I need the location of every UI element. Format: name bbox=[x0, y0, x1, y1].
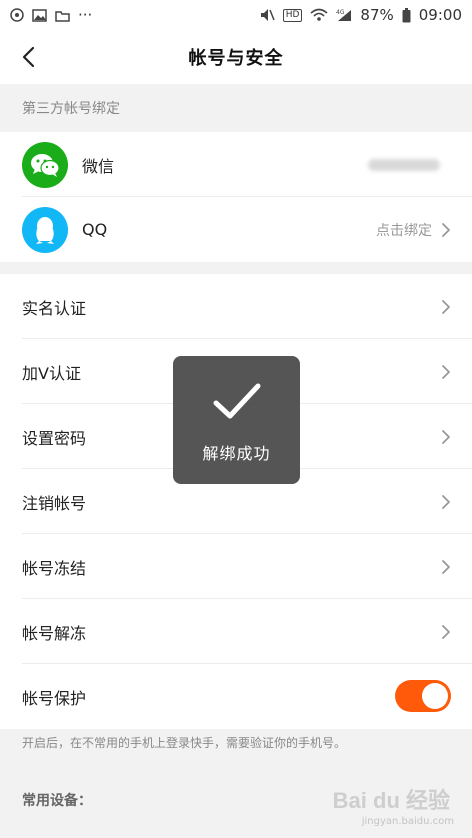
wechat-status bbox=[368, 132, 452, 197]
toast-message: 解绑成功 bbox=[202, 444, 271, 463]
wechat-icon bbox=[22, 141, 68, 188]
menu-item-label: 设置密码 bbox=[22, 428, 87, 448]
menu-item-freeze-account[interactable]: 帐号冻结 bbox=[0, 534, 472, 599]
page-title: 帐号与安全 bbox=[188, 48, 284, 69]
chevron-right-icon bbox=[442, 222, 450, 237]
wechat-label: 微信 bbox=[82, 156, 115, 176]
battery-percent: 87% bbox=[360, 6, 394, 24]
row-right bbox=[440, 599, 452, 664]
account-protection-toggle[interactable] bbox=[395, 680, 451, 712]
row-right bbox=[440, 404, 452, 469]
status-bar-left: ··· bbox=[10, 6, 92, 24]
success-toast: 解绑成功 bbox=[173, 356, 300, 484]
wechat-row[interactable]: 微信 bbox=[0, 132, 472, 197]
status-bar: ··· HD 4G 87% 09:00 bbox=[0, 0, 472, 30]
chevron-right-icon bbox=[442, 494, 450, 509]
menu-item-label: 注销帐号 bbox=[22, 493, 87, 513]
battery-icon bbox=[402, 7, 411, 23]
baidu-watermark-logo: Bai du 经验 bbox=[332, 788, 450, 813]
network-type-text: 4G bbox=[336, 9, 345, 16]
menu-item-label: 加V认证 bbox=[22, 363, 81, 383]
clock-time: 09:00 bbox=[418, 6, 462, 24]
chevron-right-icon bbox=[442, 429, 450, 444]
signal-icon: 4G bbox=[336, 8, 352, 22]
menu-item-label: 帐号冻结 bbox=[22, 558, 87, 578]
wifi-icon bbox=[310, 8, 328, 22]
checkmark-icon bbox=[213, 383, 260, 419]
mute-vibrate-icon bbox=[259, 8, 275, 22]
vpn-icon bbox=[10, 8, 24, 22]
qq-label: QQ bbox=[82, 220, 108, 239]
row-right bbox=[440, 534, 452, 599]
third-party-section-title: 第三方帐号绑定 bbox=[22, 101, 120, 117]
menu-item-unfreeze-account[interactable]: 帐号解冻 bbox=[0, 599, 472, 664]
back-button[interactable] bbox=[10, 39, 46, 75]
row-right bbox=[440, 274, 452, 339]
chevron-right-icon bbox=[442, 364, 450, 379]
navigation-bar: 帐号与安全 bbox=[0, 30, 472, 84]
menu-item-real-name[interactable]: 实名认证 bbox=[0, 274, 472, 339]
chevron-left-icon bbox=[22, 46, 35, 68]
baidu-watermark-url: jingyan.baidu.com bbox=[361, 816, 454, 827]
status-bar-right: HD 4G 87% 09:00 bbox=[259, 6, 462, 24]
qq-penguin-icon bbox=[22, 206, 68, 253]
common-devices-title: 常用设备： bbox=[22, 793, 92, 809]
chevron-right-icon bbox=[442, 624, 450, 639]
third-party-group: 微信 QQ 点击绑定 bbox=[0, 132, 472, 262]
qq-bind-status: 点击绑定 bbox=[376, 222, 432, 239]
protection-hint: 开启后，在不常用的手机上登录快手，需要验证你的手机号。 bbox=[22, 736, 347, 750]
toggle-knob bbox=[422, 683, 448, 709]
qq-status: 点击绑定 bbox=[376, 197, 452, 262]
menu-item-label: 实名认证 bbox=[22, 298, 87, 318]
row-right bbox=[440, 339, 452, 404]
blurred-wechat-nickname bbox=[368, 158, 440, 171]
menu-item-account-protection: 帐号保护 bbox=[0, 664, 472, 729]
row-right bbox=[440, 469, 452, 534]
image-icon bbox=[32, 8, 47, 22]
qq-row[interactable]: QQ 点击绑定 bbox=[0, 197, 472, 262]
account-menu-group: 实名认证 加V认证 设置密码 注销帐号 帐号冻结 帐号解冻 帐号保护 bbox=[0, 274, 472, 729]
folder-icon bbox=[55, 9, 70, 22]
menu-item-label: 帐号解冻 bbox=[22, 623, 87, 643]
chevron-right-icon bbox=[442, 559, 450, 574]
hd-badge: HD bbox=[282, 8, 303, 22]
menu-item-label: 帐号保护 bbox=[22, 688, 87, 708]
chevron-right-icon bbox=[442, 299, 450, 314]
more-dots-icon: ··· bbox=[78, 6, 93, 24]
